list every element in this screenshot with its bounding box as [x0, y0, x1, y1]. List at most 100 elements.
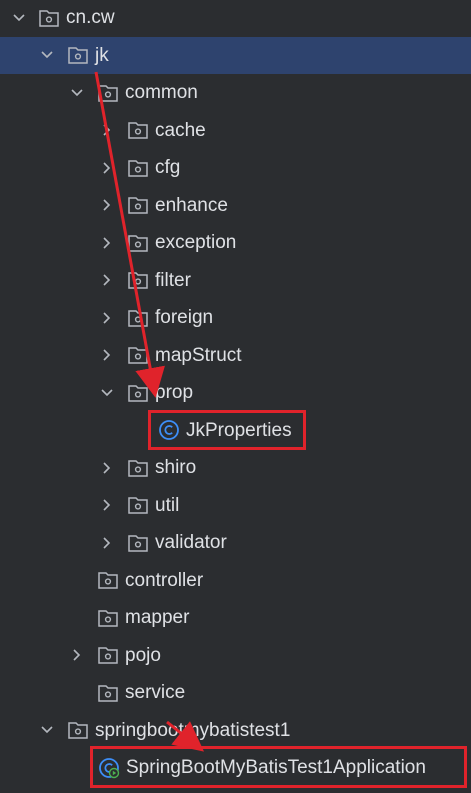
tree-row-util[interactable]: util	[0, 487, 471, 525]
tree-node-pojo[interactable]: pojo	[97, 637, 161, 675]
folder-package-icon	[128, 310, 148, 327]
chevron-right-icon[interactable]	[100, 198, 114, 212]
tree-row-shiro[interactable]: shiro	[0, 449, 471, 487]
class-icon	[159, 420, 179, 441]
folder-package-icon	[128, 235, 148, 252]
folder-package-icon	[128, 272, 148, 289]
tree-row-cfg[interactable]: cfg	[0, 149, 471, 187]
tree-label: common	[125, 82, 198, 104]
chevron-right-icon[interactable]	[100, 123, 114, 137]
tree-node-exception[interactable]: exception	[127, 224, 236, 262]
tree-node-validator[interactable]: validator	[127, 524, 227, 562]
tree-node-springbootmybatistest1[interactable]: springbootmybatistest1	[67, 712, 290, 750]
tree-label: pojo	[125, 644, 161, 666]
tree-row-enhance[interactable]: enhance	[0, 187, 471, 225]
chevron-right-icon[interactable]	[100, 236, 114, 250]
folder-package-icon	[128, 535, 148, 552]
chevron-right-icon[interactable]	[100, 348, 114, 362]
tree-label: enhance	[155, 194, 228, 216]
tree-label: cfg	[155, 157, 181, 179]
chevron-down-icon[interactable]	[12, 11, 26, 25]
tree-node-util[interactable]: util	[127, 487, 179, 525]
tree-row-mapper[interactable]: mapper	[0, 599, 471, 637]
tree-label: prop	[155, 382, 194, 404]
tree-row-validator[interactable]: validator	[0, 524, 471, 562]
folder-package-icon	[128, 497, 148, 514]
tree-node-cache[interactable]: cache	[127, 112, 206, 150]
tree-node-shiro[interactable]: shiro	[127, 449, 196, 487]
tree-label: mapper	[125, 607, 190, 629]
chevron-right-icon[interactable]	[100, 161, 114, 175]
folder-package-icon	[128, 460, 148, 477]
tree-node-controller[interactable]: controller	[97, 562, 203, 600]
folder-package-icon	[98, 572, 118, 589]
folder-package-icon	[39, 10, 59, 27]
tree-row-filter[interactable]: filter	[0, 262, 471, 300]
tree-node-cfg[interactable]: cfg	[127, 149, 180, 187]
tree-row-jkproperties[interactable]: JkProperties	[0, 412, 471, 450]
folder-package-icon	[98, 685, 118, 702]
tree-node-foreign[interactable]: foreign	[127, 299, 213, 337]
tree-node-cn-cw[interactable]: cn.cw	[38, 0, 115, 37]
tree-row-common[interactable]: common	[0, 74, 471, 112]
tree-row-cache[interactable]: cache	[0, 112, 471, 150]
tree-label: jk	[95, 44, 109, 66]
folder-package-icon	[128, 122, 148, 139]
tree-node-jkproperties[interactable]: JkProperties	[158, 412, 292, 450]
tree-row-exception[interactable]: exception	[0, 224, 471, 262]
tree-label: controller	[125, 569, 204, 591]
tree-row-prop[interactable]: prop	[0, 374, 471, 412]
tree-node-mapper[interactable]: mapper	[97, 599, 189, 637]
tree-row-pojo[interactable]: pojo	[0, 637, 471, 675]
chevron-down-icon[interactable]	[70, 86, 84, 100]
chevron-right-icon[interactable]	[100, 536, 114, 550]
spring-boot-app-icon	[99, 757, 120, 778]
tree-label: SpringBootMyBatisTest1Application	[126, 757, 426, 779]
chevron-down-icon[interactable]	[100, 386, 114, 400]
tree-row-service[interactable]: service	[0, 674, 471, 712]
chevron-right-icon[interactable]	[100, 311, 114, 325]
tree-label: springbootmybatistest1	[95, 719, 291, 741]
tree-label: cache	[155, 119, 206, 141]
tree-label: mapStruct	[155, 344, 242, 366]
tree-row-app-class[interactable]: SpringBootMyBatisTest1Application	[0, 749, 471, 787]
tree-label: foreign	[155, 307, 214, 329]
tree-label: cn.cw	[66, 7, 115, 29]
folder-package-icon	[128, 197, 148, 214]
tree-node-enhance[interactable]: enhance	[127, 187, 228, 225]
tree-label: JkProperties	[186, 419, 292, 441]
chevron-down-icon[interactable]	[40, 48, 54, 62]
tree-node-service[interactable]: service	[97, 674, 185, 712]
tree-row-springbootmybatistest1[interactable]: springbootmybatistest1	[0, 712, 471, 750]
tree-node-jk[interactable]: jk	[67, 37, 109, 75]
tree-label: service	[125, 682, 186, 704]
folder-package-icon	[98, 85, 118, 102]
tree-label: validator	[155, 532, 227, 554]
folder-package-icon	[68, 722, 88, 739]
chevron-right-icon[interactable]	[100, 461, 114, 475]
tree-row-controller[interactable]: controller	[0, 562, 471, 600]
folder-package-icon	[98, 610, 118, 627]
tree-label: shiro	[155, 457, 197, 479]
folder-package-icon	[68, 47, 88, 64]
tree-node-prop[interactable]: prop	[127, 374, 193, 412]
tree-node-mapstruct[interactable]: mapStruct	[127, 337, 242, 375]
chevron-right-icon[interactable]	[100, 498, 114, 512]
tree-label: exception	[155, 232, 237, 254]
folder-package-icon	[98, 647, 118, 664]
folder-package-icon	[128, 347, 148, 364]
tree-node-filter[interactable]: filter	[127, 262, 191, 300]
tree-row-mapstruct[interactable]: mapStruct	[0, 337, 471, 375]
tree-node-app-class[interactable]: SpringBootMyBatisTest1Application	[98, 749, 426, 787]
tree-node-common[interactable]: common	[97, 74, 198, 112]
tree-label: filter	[155, 269, 191, 291]
tree-row-foreign[interactable]: foreign	[0, 299, 471, 337]
chevron-down-icon[interactable]	[40, 723, 54, 737]
tree-row-jk[interactable]: jk	[0, 36, 471, 75]
project-tree: cn.cw jk common cache cfg enhance except…	[0, 0, 471, 793]
tree-label: util	[155, 494, 180, 516]
folder-package-icon	[128, 160, 148, 177]
chevron-right-icon[interactable]	[100, 273, 114, 287]
chevron-right-icon[interactable]	[70, 648, 84, 662]
tree-row-cn-cw[interactable]: cn.cw	[0, 0, 471, 37]
